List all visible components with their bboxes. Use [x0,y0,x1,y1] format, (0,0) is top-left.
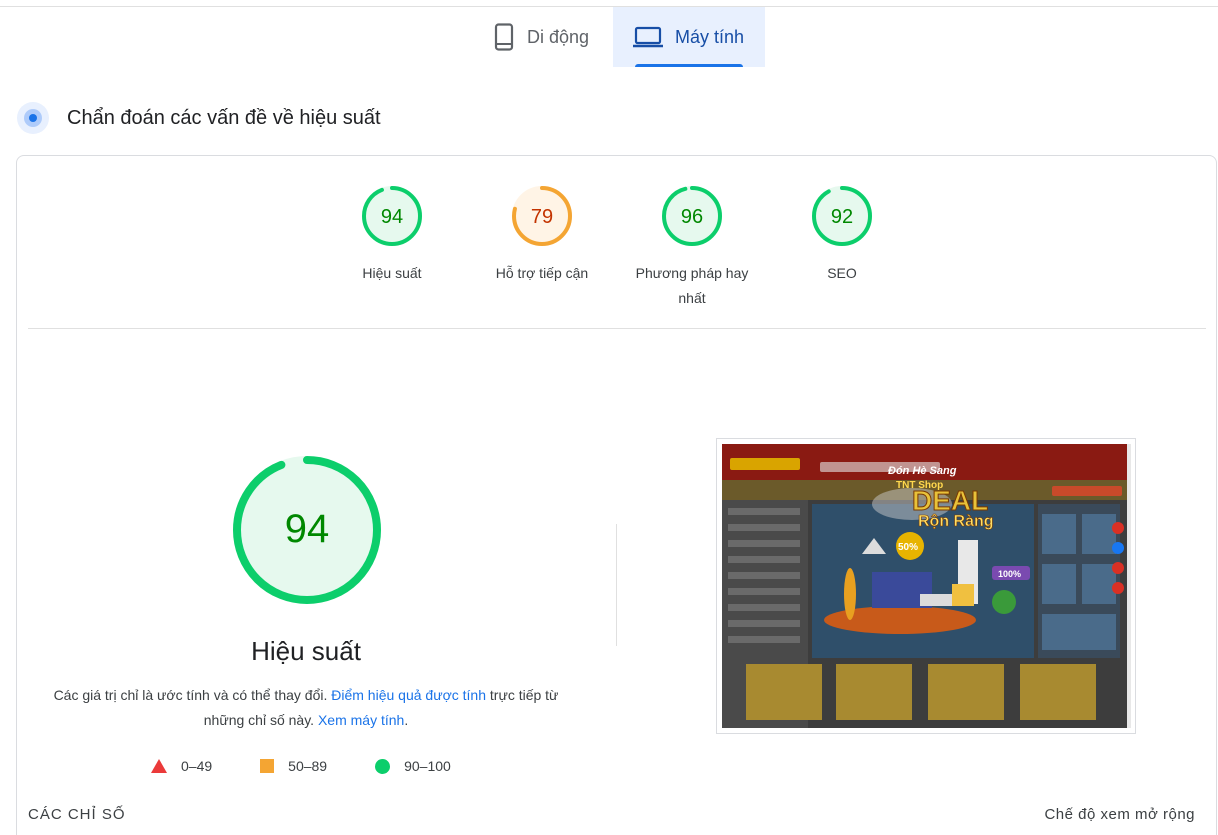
gauge-best-practices-ring: 96 [662,186,722,246]
gauge-seo-score: 92 [831,206,853,228]
screenshot-badge-2: 100% [998,569,1021,579]
gauge-accessibility-ring: 79 [512,186,572,246]
tab-desktop[interactable]: Máy tính [613,7,765,67]
gauge-performance-label: Hiệu suất [362,265,422,281]
gauge-seo-ring: 92 [812,186,872,246]
diagnostics-title: Chẩn đoán các vấn đề về hiệu suất [67,106,381,129]
device-tabs: Di động Máy tính [473,7,765,67]
tab-mobile[interactable]: Di động [473,7,613,67]
gauge-accessibility-score: 79 [531,206,553,228]
legend-fail: 0–49 [151,758,212,774]
screenshot-banner-line-1: Đón Hè Sang [888,465,957,477]
screenshot-badge-1: 50% [898,542,918,553]
legend-pass-range: 90–100 [404,758,451,774]
screenshot-banner-line-3: DEAL [912,485,988,516]
legend-average-range: 50–89 [288,758,328,774]
view-calculator-link[interactable]: Xem máy tính [318,712,404,728]
tab-mobile-label: Di động [527,26,590,47]
gauge-accessibility[interactable]: 79 Hỗ trợ tiếp cận [467,185,617,311]
gauge-performance-ring: 94 [362,186,422,246]
average-square-icon [260,759,275,773]
performance-title: Hiệu suất [251,636,361,666]
laptop-icon [633,26,663,48]
gauge-best-practices[interactable]: 96 Phương pháp hay nhất [617,185,767,311]
legend-fail-range: 0–49 [181,758,213,774]
note-text-1: Các giá trị chỉ là ước tính và có thể th… [53,687,328,703]
category-gauges: 94 Hiệu suất 79 Hỗ trợ tiếp cận 96 Phươn… [317,185,917,311]
screenshot-image: Đón Hè Sang TNT Shop DEAL Rộn Ràng 50% 1… [722,444,1128,728]
gauge-performance-score: 94 [381,206,403,228]
legend-average: 50–89 [260,758,327,774]
diagnostics-icon [17,102,49,134]
screenshot-banner-line-4: Rộn Ràng [918,513,994,530]
gauge-best-practices-score: 96 [681,206,703,228]
note-text-3: . [404,712,409,728]
gauge-performance[interactable]: 94 Hiệu suất [317,185,467,311]
gauge-accessibility-label: Hỗ trợ tiếp cận [495,265,589,281]
legend-pass: 90–100 [375,758,451,774]
performance-main-gauge: 94 [233,456,381,604]
gauge-seo[interactable]: 92 SEO [767,185,917,311]
page-screenshot-thumbnail[interactable]: Đón Hè Sang TNT Shop DEAL Rộn Ràng 50% 1… [716,438,1136,734]
score-legend: 0–49 50–89 90–100 [151,758,451,774]
smartphone-icon [494,23,514,51]
screenshot-scrollbar[interactable] [1127,444,1131,728]
main-gauge-score: 94 [285,507,330,551]
expanded-view-toggle[interactable]: Chế độ xem mở rộng [1044,806,1195,823]
fail-triangle-icon [151,759,167,773]
pass-circle-icon [375,758,391,774]
gauge-seo-label: SEO [827,265,857,281]
page-screenshot: Đón Hè Sang TNT Shop DEAL Rộn Ràng 50% 1… [722,444,1128,728]
diagnostics-header: Chẩn đoán các vấn đề về hiệu suất [17,102,381,134]
score-calculation-link[interactable]: Điểm hiệu quả được tính [331,687,486,703]
vertical-separator [616,524,617,646]
gauge-best-practices-label: Phương pháp hay nhất [635,265,749,306]
section-divider [28,328,1206,329]
estimate-note: Các giá trị chỉ là ước tính và có thể th… [40,683,572,733]
tab-desktop-label: Máy tính [675,26,745,47]
metrics-section-label: CÁC CHỈ SỐ [28,806,126,823]
